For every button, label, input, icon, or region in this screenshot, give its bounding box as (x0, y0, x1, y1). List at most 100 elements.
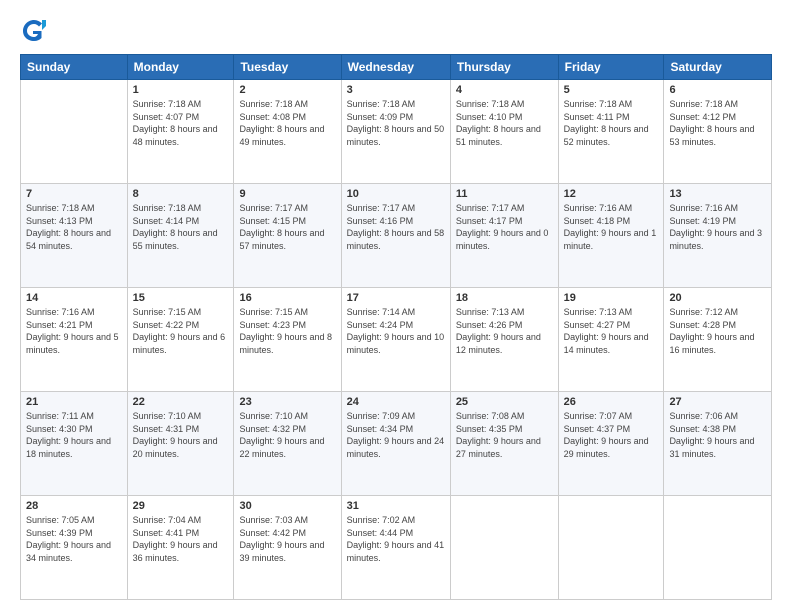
day-number: 21 (26, 396, 122, 408)
day-cell: 22 Sunrise: 7:10 AMSunset: 4:31 PMDayligh… (127, 392, 234, 496)
day-number: 22 (133, 396, 229, 408)
day-info: Sunrise: 7:05 AMSunset: 4:39 PMDaylight:… (26, 514, 122, 564)
day-info: Sunrise: 7:14 AMSunset: 4:24 PMDaylight:… (347, 306, 445, 356)
day-cell: 12 Sunrise: 7:16 AMSunset: 4:18 PMDayligh… (558, 184, 664, 288)
day-info: Sunrise: 7:17 AMSunset: 4:17 PMDaylight:… (456, 202, 553, 252)
day-number: 7 (26, 188, 122, 200)
day-cell (664, 496, 772, 600)
day-number: 23 (239, 396, 335, 408)
day-cell: 19 Sunrise: 7:13 AMSunset: 4:27 PMDayligh… (558, 288, 664, 392)
day-info: Sunrise: 7:15 AMSunset: 4:23 PMDaylight:… (239, 306, 335, 356)
day-info: Sunrise: 7:06 AMSunset: 4:38 PMDaylight:… (669, 410, 766, 460)
day-number: 3 (347, 84, 445, 96)
day-info: Sunrise: 7:18 AMSunset: 4:14 PMDaylight:… (133, 202, 229, 252)
weekday-header-saturday: Saturday (664, 55, 772, 80)
day-cell: 4 Sunrise: 7:18 AMSunset: 4:10 PMDaylight… (450, 80, 558, 184)
day-info: Sunrise: 7:03 AMSunset: 4:42 PMDaylight:… (239, 514, 335, 564)
day-cell: 14 Sunrise: 7:16 AMSunset: 4:21 PMDayligh… (21, 288, 128, 392)
weekday-header-monday: Monday (127, 55, 234, 80)
day-number: 11 (456, 188, 553, 200)
calendar-header-row: SundayMondayTuesdayWednesdayThursdayFrid… (21, 55, 772, 80)
day-number: 29 (133, 500, 229, 512)
day-number: 19 (564, 292, 659, 304)
day-info: Sunrise: 7:18 AMSunset: 4:10 PMDaylight:… (456, 98, 553, 148)
day-info: Sunrise: 7:04 AMSunset: 4:41 PMDaylight:… (133, 514, 229, 564)
day-cell: 27 Sunrise: 7:06 AMSunset: 4:38 PMDayligh… (664, 392, 772, 496)
day-info: Sunrise: 7:18 AMSunset: 4:09 PMDaylight:… (347, 98, 445, 148)
day-cell: 9Sunrise: 7:17 AMSunset: 4:15 PMDaylight… (234, 184, 341, 288)
day-cell: 6 Sunrise: 7:18 AMSunset: 4:12 PMDaylight… (664, 80, 772, 184)
day-info: Sunrise: 7:16 AMSunset: 4:21 PMDaylight:… (26, 306, 122, 356)
week-row-2: 14 Sunrise: 7:16 AMSunset: 4:21 PMDayligh… (21, 288, 772, 392)
day-cell: 5Sunrise: 7:18 AMSunset: 4:11 PMDaylight… (558, 80, 664, 184)
day-info: Sunrise: 7:10 AMSunset: 4:31 PMDaylight:… (133, 410, 229, 460)
day-number: 12 (564, 188, 659, 200)
day-number: 25 (456, 396, 553, 408)
day-cell: 21Sunrise: 7:11 AMSunset: 4:30 PMDayligh… (21, 392, 128, 496)
day-number: 14 (26, 292, 122, 304)
weekday-header-thursday: Thursday (450, 55, 558, 80)
day-cell (558, 496, 664, 600)
day-number: 1 (133, 84, 229, 96)
day-info: Sunrise: 7:09 AMSunset: 4:34 PMDaylight:… (347, 410, 445, 460)
day-number: 13 (669, 188, 766, 200)
day-cell: 8 Sunrise: 7:18 AMSunset: 4:14 PMDaylight… (127, 184, 234, 288)
day-info: Sunrise: 7:18 AMSunset: 4:08 PMDaylight:… (239, 98, 335, 148)
day-info: Sunrise: 7:13 AMSunset: 4:27 PMDaylight:… (564, 306, 659, 356)
day-info: Sunrise: 7:16 AMSunset: 4:18 PMDaylight:… (564, 202, 659, 252)
day-number: 15 (133, 292, 229, 304)
calendar-table: SundayMondayTuesdayWednesdayThursdayFrid… (20, 54, 772, 600)
day-info: Sunrise: 7:17 AMSunset: 4:16 PMDaylight:… (347, 202, 445, 252)
day-cell (21, 80, 128, 184)
weekday-header-wednesday: Wednesday (341, 55, 450, 80)
day-number: 8 (133, 188, 229, 200)
day-cell: 13 Sunrise: 7:16 AMSunset: 4:19 PMDayligh… (664, 184, 772, 288)
day-number: 28 (26, 500, 122, 512)
day-cell: 23Sunrise: 7:10 AMSunset: 4:32 PMDayligh… (234, 392, 341, 496)
page: SundayMondayTuesdayWednesdayThursdayFrid… (0, 0, 792, 612)
day-number: 17 (347, 292, 445, 304)
day-cell: 11 Sunrise: 7:17 AMSunset: 4:17 PMDayligh… (450, 184, 558, 288)
day-info: Sunrise: 7:02 AMSunset: 4:44 PMDaylight:… (347, 514, 445, 564)
day-info: Sunrise: 7:08 AMSunset: 4:35 PMDaylight:… (456, 410, 553, 460)
day-info: Sunrise: 7:13 AMSunset: 4:26 PMDaylight:… (456, 306, 553, 356)
day-cell (450, 496, 558, 600)
day-info: Sunrise: 7:16 AMSunset: 4:19 PMDaylight:… (669, 202, 766, 252)
day-number: 4 (456, 84, 553, 96)
day-cell: 31 Sunrise: 7:02 AMSunset: 4:44 PMDayligh… (341, 496, 450, 600)
day-number: 2 (239, 84, 335, 96)
day-cell: 2 Sunrise: 7:18 AMSunset: 4:08 PMDaylight… (234, 80, 341, 184)
day-number: 31 (347, 500, 445, 512)
day-cell: 10 Sunrise: 7:17 AMSunset: 4:16 PMDayligh… (341, 184, 450, 288)
day-number: 20 (669, 292, 766, 304)
weekday-header-sunday: Sunday (21, 55, 128, 80)
day-cell: 18Sunrise: 7:13 AMSunset: 4:26 PMDayligh… (450, 288, 558, 392)
day-cell: 15 Sunrise: 7:15 AMSunset: 4:22 PMDayligh… (127, 288, 234, 392)
day-number: 10 (347, 188, 445, 200)
header (20, 16, 772, 44)
day-info: Sunrise: 7:07 AMSunset: 4:37 PMDaylight:… (564, 410, 659, 460)
day-info: Sunrise: 7:12 AMSunset: 4:28 PMDaylight:… (669, 306, 766, 356)
day-info: Sunrise: 7:15 AMSunset: 4:22 PMDaylight:… (133, 306, 229, 356)
day-info: Sunrise: 7:18 AMSunset: 4:11 PMDaylight:… (564, 98, 659, 148)
day-number: 27 (669, 396, 766, 408)
day-number: 9 (239, 188, 335, 200)
day-number: 26 (564, 396, 659, 408)
day-cell: 30Sunrise: 7:03 AMSunset: 4:42 PMDayligh… (234, 496, 341, 600)
day-number: 6 (669, 84, 766, 96)
day-cell: 25 Sunrise: 7:08 AMSunset: 4:35 PMDayligh… (450, 392, 558, 496)
day-cell: 26 Sunrise: 7:07 AMSunset: 4:37 PMDayligh… (558, 392, 664, 496)
day-cell: 29 Sunrise: 7:04 AMSunset: 4:41 PMDayligh… (127, 496, 234, 600)
day-cell: 28 Sunrise: 7:05 AMSunset: 4:39 PMDayligh… (21, 496, 128, 600)
weekday-header-friday: Friday (558, 55, 664, 80)
day-cell: 20 Sunrise: 7:12 AMSunset: 4:28 PMDayligh… (664, 288, 772, 392)
day-number: 24 (347, 396, 445, 408)
week-row-0: 1Sunrise: 7:18 AMSunset: 4:07 PMDaylight… (21, 80, 772, 184)
weekday-header-tuesday: Tuesday (234, 55, 341, 80)
day-cell: 17 Sunrise: 7:14 AMSunset: 4:24 PMDayligh… (341, 288, 450, 392)
day-number: 16 (239, 292, 335, 304)
day-info: Sunrise: 7:18 AMSunset: 4:13 PMDaylight:… (26, 202, 122, 252)
day-cell: 3 Sunrise: 7:18 AMSunset: 4:09 PMDaylight… (341, 80, 450, 184)
logo (20, 16, 54, 44)
day-info: Sunrise: 7:18 AMSunset: 4:12 PMDaylight:… (669, 98, 766, 148)
